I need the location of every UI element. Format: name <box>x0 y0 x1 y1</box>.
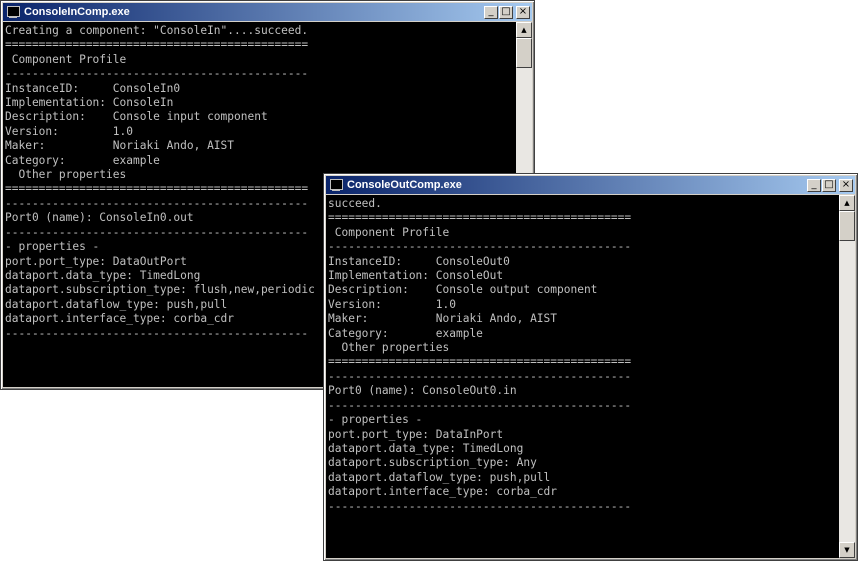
window-title: ConsoleOutComp.exe <box>347 179 462 191</box>
console-output-area[interactable]: succeed. ================================… <box>326 195 839 558</box>
console-line: Version: 1.0 <box>328 297 456 311</box>
maximize-button[interactable]: □ <box>499 5 513 19</box>
console-out-window: ConsoleOutComp.exe _ □ × succeed. =======… <box>323 173 858 561</box>
console-line: ----------------------------------------… <box>328 499 632 513</box>
minimize-button[interactable]: _ <box>807 178 821 192</box>
console-line: Category: example <box>5 153 160 167</box>
console-line: dataport.dataflow_type: push,pull <box>328 470 551 484</box>
scrollbar-thumb[interactable] <box>839 211 855 241</box>
console-line: InstanceID: ConsoleIn0 <box>5 81 181 95</box>
console-line: port.port_type: DataInPort <box>328 427 504 441</box>
console-line: ----------------------------------------… <box>5 67 309 81</box>
console-line: Creating a component: "ConsoleIn"....suc… <box>5 24 309 37</box>
console-line: Version: 1.0 <box>5 124 133 138</box>
console-line: ----------------------------------------… <box>328 240 632 254</box>
console-line: Description: Console output component <box>328 283 598 297</box>
maximize-button[interactable]: □ <box>822 178 836 192</box>
console-line: Component Profile <box>5 52 127 66</box>
console-line: ----------------------------------------… <box>328 398 632 412</box>
console-line: Component Profile <box>328 225 450 239</box>
console-line: dataport.interface_type: corba_cdr <box>328 485 558 499</box>
console-line: Maker: Noriaki Ando, AIST <box>5 139 235 153</box>
arrow-down-icon[interactable]: ▼ <box>839 542 855 558</box>
console-line: dataport.subscription_type: Any <box>328 456 537 470</box>
console-line: succeed. <box>328 197 382 210</box>
minimize-button[interactable]: _ <box>484 5 498 19</box>
console-line: Implementation: ConsoleOut <box>328 269 504 283</box>
console-window-icon[interactable] <box>329 178 343 192</box>
console-line: ----------------------------------------… <box>328 369 632 383</box>
close-button[interactable]: × <box>516 5 530 19</box>
window-title: ConsoleInComp.exe <box>24 6 130 18</box>
console-line: InstanceID: ConsoleOut0 <box>328 254 510 268</box>
console-line: dataport.data_type: TimedLong <box>328 441 524 455</box>
console-lines: succeed. ================================… <box>326 195 839 514</box>
arrow-up-icon[interactable]: ▲ <box>516 22 532 38</box>
console-line: Maker: Noriaki Ando, AIST <box>328 312 558 326</box>
console-window-icon[interactable] <box>6 5 20 19</box>
console-line: Description: Console input component <box>5 110 268 124</box>
console-in-titlebar[interactable]: ConsoleInComp.exe _ □ × <box>3 3 532 21</box>
console-line: ========================================… <box>5 38 309 52</box>
console-out-titlebar[interactable]: ConsoleOutComp.exe _ □ × <box>326 176 855 194</box>
console-line: Other properties <box>328 341 450 355</box>
arrow-up-icon[interactable]: ▲ <box>839 195 855 211</box>
scrollbar-thumb[interactable] <box>516 38 532 68</box>
console-line: Category: example <box>328 326 483 340</box>
console-line: Implementation: ConsoleIn <box>5 96 174 110</box>
close-button[interactable]: × <box>839 178 853 192</box>
vertical-scrollbar[interactable]: ▲ ▼ <box>839 195 855 558</box>
console-line: - properties - <box>328 413 423 427</box>
console-line: Port0 (name): ConsoleOut0.in <box>328 384 517 398</box>
console-line: ========================================… <box>328 355 632 369</box>
console-line: ========================================… <box>328 211 632 225</box>
